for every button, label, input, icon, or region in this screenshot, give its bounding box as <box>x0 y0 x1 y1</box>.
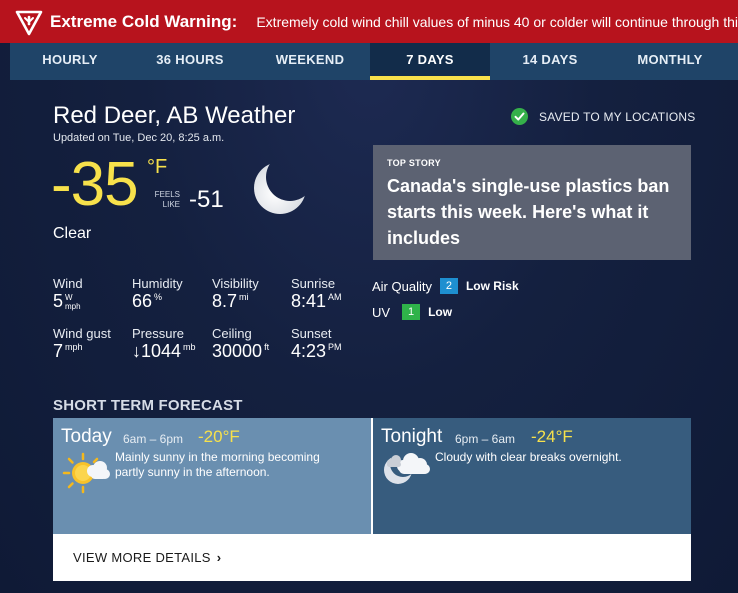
current-temperature: -35 <box>51 150 139 219</box>
uv-badge: 1 <box>402 304 421 320</box>
alert-text: Extremely cold wind chill values of minu… <box>256 13 738 30</box>
wind-gust-metric: Wind gust 7 mph <box>53 326 111 361</box>
air-quality-badge: 2 <box>439 278 458 294</box>
short-term-forecast-title: SHORT TERM FORECAST <box>53 397 243 414</box>
moon-icon <box>250 155 312 222</box>
tab-14-days[interactable]: 14 DAYS <box>490 43 610 80</box>
view-more-details-label: VIEW MORE DETAILS <box>73 550 211 565</box>
feels-like-label: FEELS LIKE <box>154 190 180 209</box>
air-quality-row[interactable]: Air Quality 2 Low Risk <box>372 278 519 294</box>
tab-monthly[interactable]: MONTHLY <box>610 43 730 80</box>
current-condition: Clear <box>53 225 92 242</box>
top-story-tag: TOP STORY <box>387 158 441 168</box>
warning-icon <box>14 5 44 39</box>
cloudy-night-icon <box>381 450 431 495</box>
tonight-temp: -24°F <box>531 427 573 446</box>
sunset-metric: Sunset 4:23 PM <box>291 326 342 361</box>
uv-label: UV <box>372 304 391 320</box>
air-quality-label: Air Quality <box>372 278 432 294</box>
page-title: Red Deer, AB Weather <box>53 102 296 129</box>
today-time: 6am – 6pm <box>123 432 184 446</box>
temperature-unit: °F <box>147 156 168 178</box>
tab-hourly[interactable]: HOURLY <box>10 43 130 80</box>
extreme-cold-warning-banner[interactable]: Extreme Cold Warning: Extremely cold win… <box>0 0 738 43</box>
feels-like-value: -51 <box>189 186 224 213</box>
saved-to-locations-button[interactable]: SAVED TO MY LOCATIONS <box>511 108 695 125</box>
updated-timestamp: Updated on Tue, Dec 20, 8:25 a.m. <box>53 132 225 144</box>
partly-sunny-icon <box>61 451 111 500</box>
today-title: Today <box>61 426 112 447</box>
top-story-card[interactable]: TOP STORY Canada's single-use plastics b… <box>373 145 691 260</box>
tonight-time: 6pm – 6am <box>455 432 516 446</box>
sunrise-metric: Sunrise 8:41 AM <box>291 276 342 311</box>
today-forecast-panel[interactable]: Today 6am – 6pm -20°F Mainly sunny in th… <box>53 418 371 534</box>
ceiling-metric: Ceiling 30000 ft <box>212 326 270 361</box>
uv-risk: Low <box>428 305 453 319</box>
today-temp: -20°F <box>198 427 240 446</box>
tab-weekend[interactable]: WEEKEND <box>250 43 370 80</box>
pressure-metric: Pressure ↓1044 mb <box>132 326 196 361</box>
forecast-tabs: HOURLY 36 HOURS WEEKEND 7 DAYS 14 DAYS M… <box>10 43 738 80</box>
today-description: Mainly sunny in the morning becoming par… <box>115 450 320 479</box>
tab-36-hours[interactable]: 36 HOURS <box>130 43 250 80</box>
chevron-right-icon: › <box>216 550 222 565</box>
alert-title: Extreme Cold Warning: <box>50 11 238 31</box>
tonight-forecast-panel[interactable]: Tonight 6pm – 6am -24°F Cloudy with clea… <box>373 418 691 534</box>
tonight-description: Cloudy with clear breaks overnight. <box>435 450 622 464</box>
uv-row[interactable]: UV 1 Low <box>372 304 452 320</box>
saved-label: SAVED TO MY LOCATIONS <box>539 109 696 124</box>
tab-7-days[interactable]: 7 DAYS <box>370 43 490 80</box>
tonight-title: Tonight <box>381 426 443 447</box>
top-story-headline[interactable]: Canada's single-use plastics ban starts … <box>387 173 677 251</box>
visibility-metric: Visibility 8.7 mi <box>212 276 259 311</box>
check-icon <box>511 108 528 125</box>
air-quality-risk: Low Risk <box>465 279 519 293</box>
wind-metric: Wind 5 Wmph <box>53 276 83 311</box>
view-more-details-button[interactable]: VIEW MORE DETAILS › <box>53 534 691 581</box>
humidity-metric: Humidity 66% <box>132 276 183 311</box>
